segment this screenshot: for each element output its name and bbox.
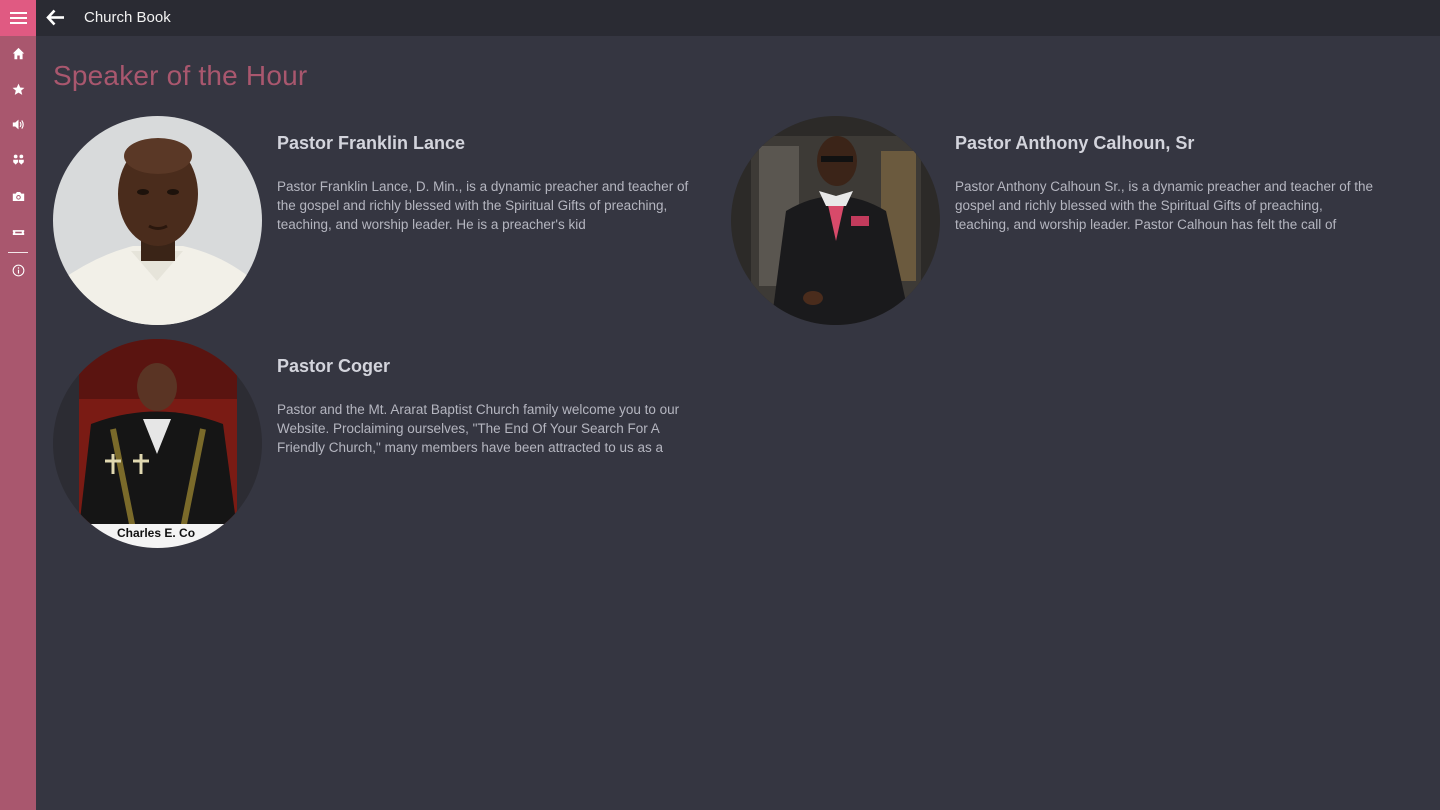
speaker-description: Pastor Franklin Lance, D. Min., is a dyn… <box>277 179 689 232</box>
speaker-photo[interactable]: Charles E. Co <box>53 339 262 548</box>
home-icon[interactable] <box>0 35 36 71</box>
speaker-description: Pastor Anthony Calhoun Sr., is a dynamic… <box>955 179 1373 232</box>
hamburger-menu-icon[interactable] <box>0 0 36 36</box>
speaker-name[interactable]: Pastor Coger <box>277 356 390 377</box>
page-heading: Speaker of the Hour <box>53 60 308 91</box>
ticket-icon[interactable] <box>0 214 36 250</box>
title-bar: Church Book <box>36 0 1440 36</box>
speaker-photo[interactable] <box>731 116 940 325</box>
speaker-volume-icon[interactable] <box>0 106 36 142</box>
star-icon[interactable] <box>0 71 36 107</box>
speaker-photo[interactable] <box>53 116 262 325</box>
people-icon[interactable] <box>0 142 36 178</box>
speaker-card-anthony-calhoun[interactable]: Pastor Anthony Calhoun, Sr Pastor Anthon… <box>731 116 1391 326</box>
back-arrow-icon[interactable] <box>42 4 68 30</box>
info-icon[interactable] <box>0 252 36 288</box>
speaker-card-coger[interactable]: Charles E. Co Pastor Coger Pastor and th… <box>53 339 713 549</box>
photo-caption: Charles E. Co <box>117 526 196 540</box>
sidebar <box>0 0 36 810</box>
speaker-card-franklin-lance[interactable]: Pastor Franklin Lance Pastor Franklin La… <box>53 116 713 326</box>
speaker-name[interactable]: Pastor Anthony Calhoun, Sr <box>955 133 1194 154</box>
speaker-description: Pastor and the Mt. Ararat Baptist Church… <box>277 402 680 455</box>
camera-icon[interactable] <box>0 178 36 214</box>
app-title: Church Book <box>84 9 171 26</box>
speaker-name[interactable]: Pastor Franklin Lance <box>277 133 465 154</box>
